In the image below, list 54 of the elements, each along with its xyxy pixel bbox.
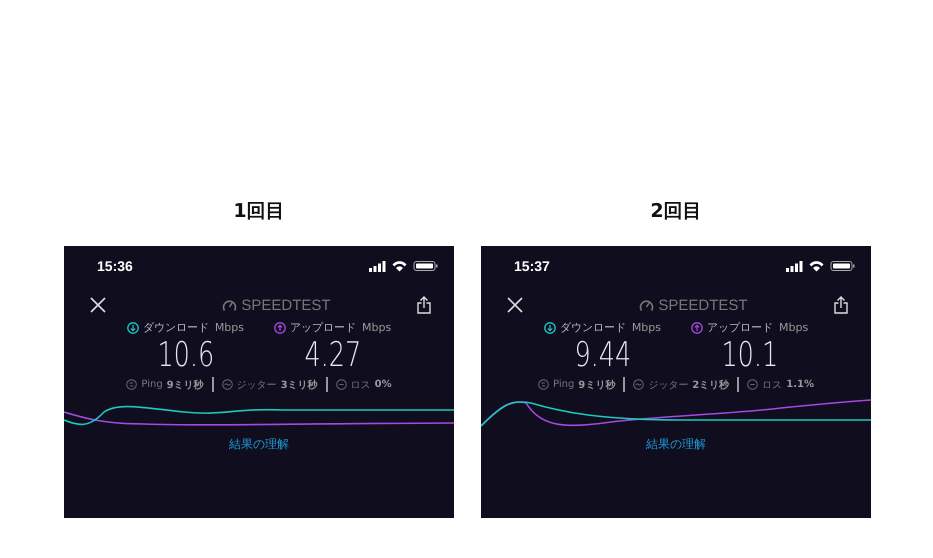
up-arrow-circle-icon	[691, 322, 703, 334]
stat-value: 2ミリ秒	[692, 378, 730, 392]
wifi-icon	[809, 260, 824, 272]
up-arrow-circle-icon	[274, 322, 286, 334]
speed-label: アップロード	[290, 320, 356, 335]
stat-label: Ping	[141, 379, 163, 390]
speed-value: 10.1	[721, 335, 778, 375]
ping-icon	[538, 379, 550, 390]
share-icon[interactable]	[834, 296, 848, 314]
minus-circle-icon	[336, 379, 347, 390]
clock-time: 15:36	[97, 258, 133, 274]
close-icon[interactable]	[90, 297, 106, 313]
stat-label: ロス	[350, 378, 371, 392]
clock-time: 15:37	[514, 258, 550, 274]
down-arrow-circle-icon	[126, 322, 139, 334]
speed-value: 9.44	[574, 335, 631, 375]
stat-label: ジッター	[648, 378, 688, 392]
stat-label: Ping	[553, 379, 574, 390]
stat-label: ジッター	[236, 378, 277, 392]
battery-icon	[413, 261, 438, 271]
understand-results-link[interactable]: 結果の理解	[646, 436, 706, 453]
speed-label: ダウンロード	[560, 320, 626, 335]
wave-circle-icon	[222, 379, 233, 390]
stat-value: 3ミリ秒	[280, 378, 318, 392]
share-icon[interactable]	[417, 296, 431, 314]
signal-icon	[369, 260, 386, 272]
battery-icon	[830, 261, 855, 271]
gauge-icon	[222, 298, 238, 312]
ping-icon	[126, 379, 138, 390]
down-arrow-circle-icon	[544, 322, 556, 334]
stat-value: 0%	[374, 379, 392, 390]
stat-value: 1.1%	[786, 379, 814, 390]
speedtest-logo: SPEEDTEST	[658, 296, 748, 314]
result-heading: 2回目	[650, 199, 702, 224]
wifi-icon	[392, 260, 407, 272]
result-heading: 1回目	[233, 199, 285, 224]
speed-unit: Mbps	[214, 321, 244, 334]
speed-label: アップロード	[707, 320, 773, 335]
stat-label: ロス	[762, 378, 782, 392]
speedtest-logo: SPEEDTEST	[241, 296, 331, 314]
stat-value: 9ミリ秒	[578, 378, 616, 392]
understand-results-link[interactable]: 結果の理解	[229, 436, 289, 453]
gauge-icon	[639, 298, 654, 312]
close-icon[interactable]	[507, 297, 523, 313]
speed-label: ダウンロード	[142, 320, 209, 335]
speed-unit: Mbps	[632, 321, 661, 334]
stat-value: 9ミリ秒	[166, 378, 204, 392]
wave-circle-icon	[633, 379, 644, 390]
speed-unit: Mbps	[779, 321, 808, 334]
speed-value: 10.6	[157, 335, 214, 375]
signal-icon	[786, 260, 803, 272]
minus-circle-icon	[747, 379, 758, 390]
speed-unit: Mbps	[362, 321, 392, 334]
speed-value: 4.27	[304, 335, 361, 375]
